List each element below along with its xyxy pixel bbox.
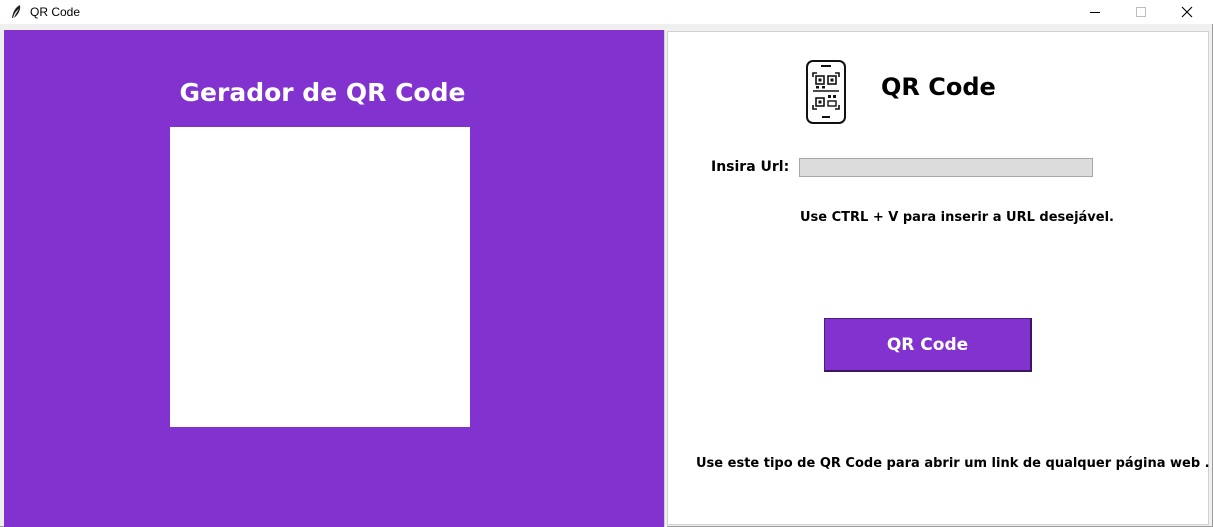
minimize-icon [1090,11,1100,13]
phone-qr-icon [806,60,846,124]
panel-title: QR Code [881,73,996,101]
window-title: QR Code [30,5,81,19]
url-input[interactable] [799,158,1093,177]
paste-hint: Use CTRL + V para inserir a URL desejáve… [800,210,1114,225]
footer-note: Use este tipo de QR Code para abrir um l… [696,456,1210,471]
qr-code-canvas [170,127,470,427]
maximize-icon [1136,7,1146,17]
app-window: QR Code Gerador de QR Code QR Code Insir… [0,0,1213,527]
generate-qr-button[interactable]: QR Code [824,318,1032,372]
qr-display-panel: Gerador de QR Code [4,30,664,527]
close-icon [1181,6,1193,18]
title-bar[interactable]: QR Code [0,0,1213,24]
qr-input-panel: QR Code Insira Url: Use CTRL + V para in… [667,31,1210,525]
generator-title: Gerador de QR Code [179,78,466,107]
close-button[interactable] [1164,0,1210,24]
maximize-button[interactable] [1118,0,1164,24]
minimize-button[interactable] [1072,0,1118,24]
feather-icon [12,5,21,18]
url-label: Insira Url: [711,159,790,175]
